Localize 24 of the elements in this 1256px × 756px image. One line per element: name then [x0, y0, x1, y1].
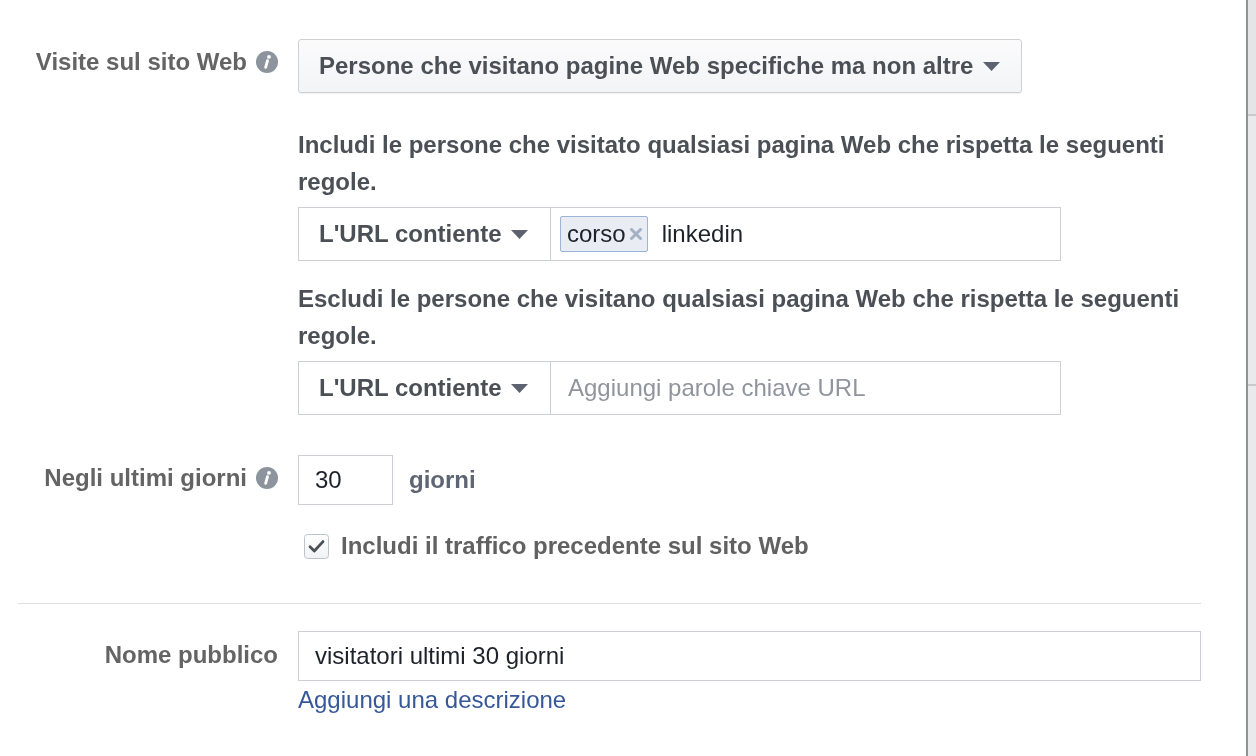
- add-description-link[interactable]: Aggiungi una descrizione: [298, 686, 567, 714]
- url-condition-dropdown[interactable]: L'URL contiente: [298, 361, 551, 415]
- checked-checkbox[interactable]: [304, 533, 329, 559]
- info-icon[interactable]: [256, 51, 278, 73]
- visit-type-dropdown[interactable]: Persone che visitano pagine Web specifiche ma non altre: [298, 39, 1023, 93]
- field-label: Nome pubblico: [104, 641, 278, 669]
- keyword-token[interactable]: corso: [560, 216, 648, 252]
- url-keyword-field[interactable]: corso linkedin: [551, 207, 1061, 261]
- checkbox-label: Includi il traffico precedente sul sito Web: [341, 532, 809, 560]
- url-keyword-field[interactable]: Aggiungi parole chiave URL: [551, 361, 1061, 415]
- field-label: Negli ultimi giorni: [44, 464, 247, 492]
- caret-icon: [510, 383, 528, 393]
- remove-icon[interactable]: [629, 228, 642, 240]
- days-unit-label: giorni: [409, 466, 476, 494]
- audience-name-input[interactable]: visitatori ultimi 30 giorni: [298, 631, 1201, 681]
- rule-instructions: Escludi le persone che visitano qualsiasi pagina Web che rispetta le seguenti regole.: [298, 284, 1181, 351]
- days-input[interactable]: 30: [298, 455, 393, 505]
- keyword-input[interactable]: linkedin: [661, 218, 1050, 250]
- caret-icon: [510, 229, 528, 239]
- info-icon[interactable]: [256, 467, 278, 489]
- field-label: Visite sul sito Web: [35, 48, 247, 76]
- caret-icon: [983, 61, 1001, 71]
- url-condition-dropdown[interactable]: L'URL contiente: [298, 207, 551, 261]
- rule-instructions: Includi le persone che visitato qualsiasi pagina Web che rispetta le seguenti regole.: [298, 130, 1166, 197]
